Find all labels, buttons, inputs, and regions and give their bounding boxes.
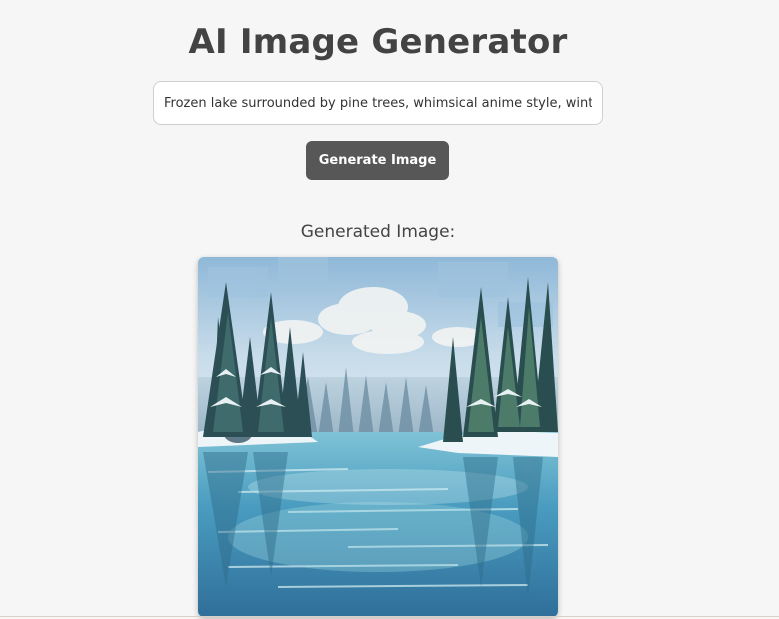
page-bottom-divider (0, 616, 779, 617)
app-container: AI Image Generator Generate Image Genera… (0, 0, 779, 619)
generated-image (198, 257, 558, 617)
generated-image-heading: Generated Image: (300, 222, 456, 242)
page-title: AI Image Generator (188, 22, 568, 62)
prompt-input[interactable] (153, 81, 603, 125)
generate-image-button[interactable]: Generate Image (306, 141, 449, 180)
